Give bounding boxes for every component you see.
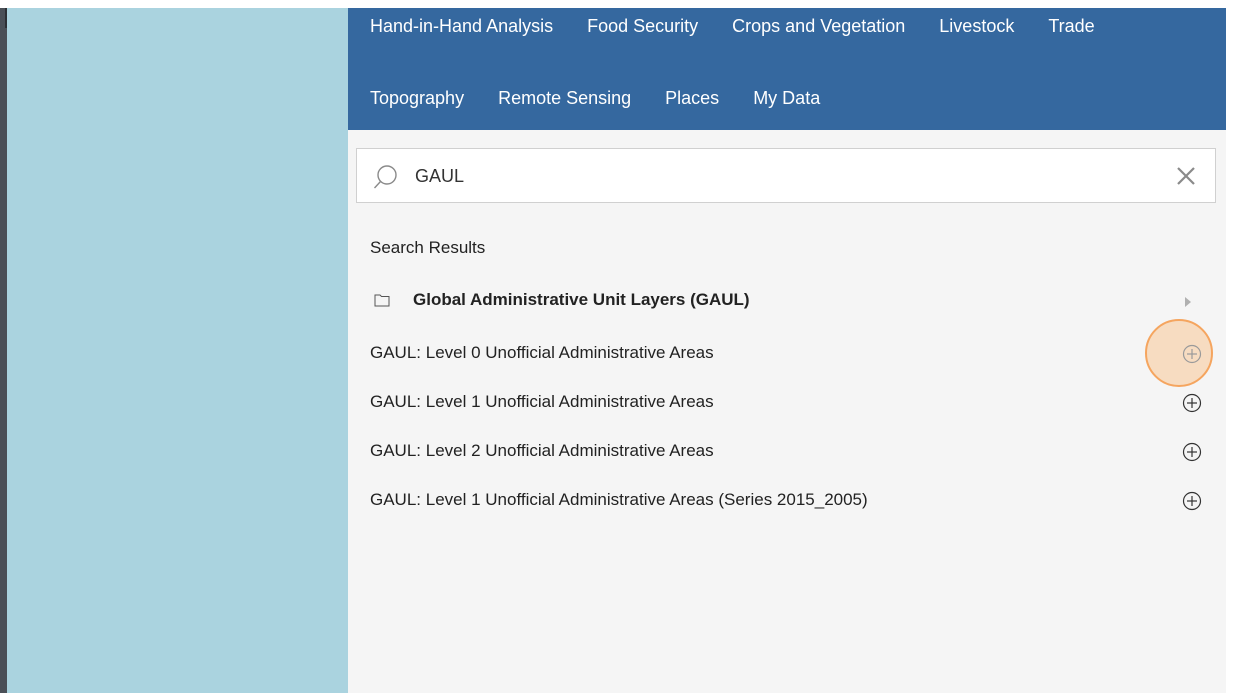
left-window-edge bbox=[0, 8, 7, 693]
category-tab-crops-vegetation[interactable]: Crops and Vegetation bbox=[732, 14, 905, 38]
category-tab-trade[interactable]: Trade bbox=[1048, 14, 1094, 38]
search-results-title: Search Results bbox=[370, 238, 486, 257]
category-row-1: Hand-in-Hand Analysis Food Security Crop… bbox=[370, 14, 1129, 38]
result-folder-gaul[interactable]: Global Administrative Unit Layers (GAUL) bbox=[374, 290, 1204, 316]
result-item: GAUL: Level 1 Unofficial Administrative … bbox=[370, 490, 1212, 516]
result-item: GAUL: Level 2 Unofficial Administrative … bbox=[370, 441, 1212, 467]
category-nav: Hand-in-Hand Analysis Food Security Crop… bbox=[348, 8, 1226, 130]
folder-label: Global Administrative Unit Layers (GAUL) bbox=[413, 290, 750, 309]
add-layer-icon[interactable] bbox=[1182, 344, 1202, 364]
folder-icon bbox=[374, 293, 390, 307]
search-input[interactable] bbox=[415, 161, 1155, 191]
result-item-label: GAUL: Level 0 Unofficial Administrative … bbox=[370, 343, 714, 362]
search-box bbox=[356, 148, 1216, 203]
add-layer-icon[interactable] bbox=[1182, 393, 1202, 413]
map-canvas[interactable] bbox=[7, 8, 348, 693]
add-layer-icon[interactable] bbox=[1182, 442, 1202, 462]
result-item: GAUL: Level 0 Unofficial Administrative … bbox=[370, 343, 1212, 369]
result-item-label: GAUL: Level 2 Unofficial Administrative … bbox=[370, 441, 714, 460]
category-row-2: Topography Remote Sensing Places My Data bbox=[370, 86, 854, 110]
top-strip bbox=[0, 0, 1251, 8]
chevron-right-icon[interactable] bbox=[1184, 295, 1192, 307]
close-icon[interactable] bbox=[1175, 165, 1197, 187]
category-tab-my-data[interactable]: My Data bbox=[753, 86, 820, 110]
result-item-label: GAUL: Level 1 Unofficial Administrative … bbox=[370, 490, 868, 509]
category-tab-hand-in-hand[interactable]: Hand-in-Hand Analysis bbox=[370, 14, 553, 38]
right-gutter bbox=[1226, 148, 1251, 693]
result-item: GAUL: Level 1 Unofficial Administrative … bbox=[370, 392, 1212, 418]
category-tab-food-security[interactable]: Food Security bbox=[587, 14, 698, 38]
add-layer-icon[interactable] bbox=[1182, 491, 1202, 511]
category-tab-remote-sensing[interactable]: Remote Sensing bbox=[498, 86, 631, 110]
layer-browser-panel: Hand-in-Hand Analysis Food Security Crop… bbox=[348, 8, 1226, 693]
category-tab-livestock[interactable]: Livestock bbox=[939, 14, 1014, 38]
result-item-label: GAUL: Level 1 Unofficial Administrative … bbox=[370, 392, 714, 411]
search-icon bbox=[373, 164, 399, 190]
category-tab-topography[interactable]: Topography bbox=[370, 86, 464, 110]
category-tab-places[interactable]: Places bbox=[665, 86, 719, 110]
